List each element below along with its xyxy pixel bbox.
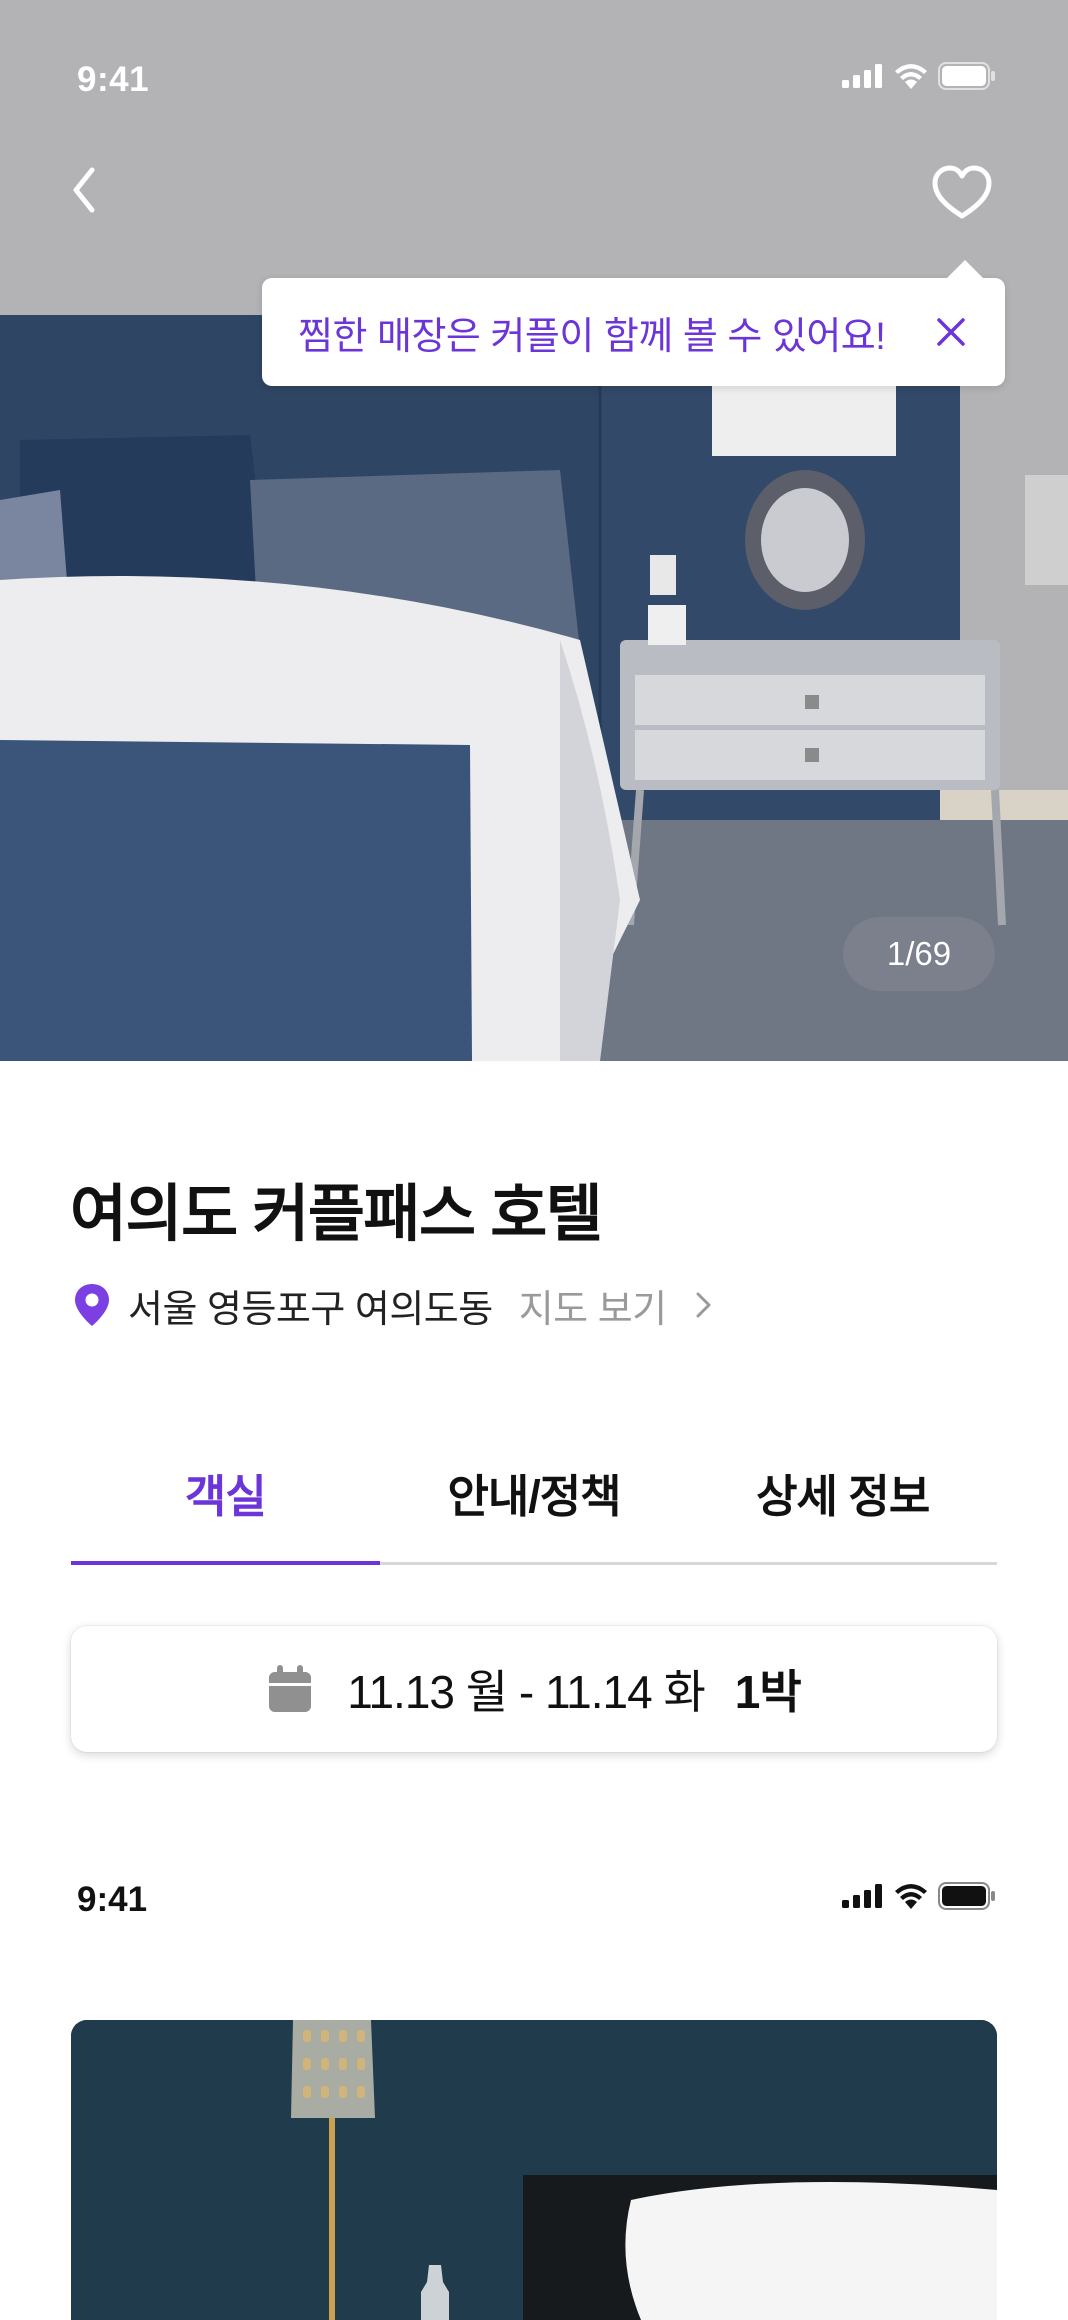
view-map-label: 지도 보기 (518, 1288, 667, 1331)
calendar-icon (269, 1665, 312, 1712)
chevron-left-icon (73, 167, 95, 213)
signal-icon (842, 1884, 882, 1908)
date-selector[interactable]: 11.13 월 - 11.14 화 1박 (71, 1626, 997, 1752)
heart-outline-icon (932, 165, 992, 219)
tooltip-close-button[interactable] (931, 312, 971, 352)
hotel-name: 여의도 커플패스 호텔 (70, 1180, 603, 1249)
status-time: 9:41 (77, 60, 150, 99)
favorite-tooltip: 찜한 매장은 커플이 함께 볼 수 있어요! (262, 260, 1005, 386)
tab-details[interactable]: 상세 정보 (688, 1418, 997, 1562)
nights-count: 1박 (734, 1666, 802, 1718)
close-icon (937, 318, 965, 346)
location-pin-icon (75, 1284, 109, 1326)
status-icons-2 (842, 1882, 996, 1910)
tab-policy[interactable]: 안내/정책 (380, 1418, 689, 1562)
room-image (71, 2020, 997, 2320)
status-time-2: 9:41 (77, 1880, 148, 1919)
room-photo[interactable] (71, 2020, 997, 2320)
chevron-right-icon (696, 1292, 711, 1318)
signal-icon (842, 64, 882, 88)
battery-icon (938, 1882, 995, 1910)
wifi-icon (895, 64, 927, 89)
wifi-icon (895, 1884, 927, 1909)
tab-rooms[interactable]: 객실 (71, 1418, 380, 1565)
battery-icon (938, 62, 995, 90)
status-bar: 9:41 (0, 0, 1068, 160)
view-map-link[interactable]: 지도 보기 (519, 1278, 715, 1333)
hotel-address: 서울 영등포구 여의도동 (128, 1288, 493, 1331)
photo-counter: 1/69 (843, 917, 995, 991)
favorite-button[interactable] (930, 162, 994, 226)
hero-photo-carousel[interactable]: 9:41 찜한 매장은 커플이 함께 볼 수 있어요! 1/69 (0, 0, 1068, 1061)
tooltip-text: 찜한 매장은 커플이 함께 볼 수 있어요! (298, 315, 886, 358)
status-icons (842, 62, 996, 90)
back-button[interactable] (64, 160, 124, 230)
tab-bar: 객실 안내/정책 상세 정보 (71, 1418, 997, 1565)
location-row: 서울 영등포구 여의도동 지도 보기 (72, 1278, 715, 1333)
date-range: 11.13 월 - 11.14 화 (347, 1666, 705, 1718)
